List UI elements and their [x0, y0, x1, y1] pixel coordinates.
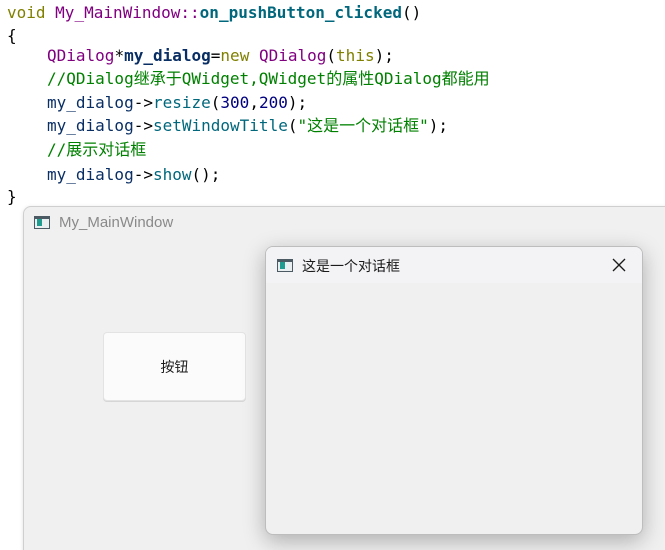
main-window-title: My_MainWindow — [59, 214, 174, 231]
number-width: 300 — [220, 93, 250, 112]
code-line-2: { — [7, 25, 17, 47]
string-title: "这是一个对话框" — [297, 116, 429, 135]
arrow-operator: -> — [133, 165, 153, 184]
comma: , — [249, 93, 259, 112]
function-parens: () — [401, 3, 422, 22]
object-my-dialog: my_dialog — [47, 165, 134, 184]
pointer-star: * — [114, 46, 125, 65]
qt-app-icon — [34, 216, 50, 229]
code-line-5: my_dialog->resize(300,200); — [7, 92, 307, 114]
keyword-new: new — [220, 46, 250, 65]
code-editor[interactable]: void My_MainWindow::on_pushButton_clicke… — [0, 0, 665, 210]
method-show: show — [152, 165, 192, 184]
close-button[interactable] — [602, 251, 636, 279]
class-name: My_MainWindow — [55, 3, 181, 22]
dialog-title: 这是一个对话框 — [302, 259, 400, 275]
type-qdialog: QDialog — [47, 46, 115, 65]
comment-inheritance: //QDialog继承于QWidget,QWidget的属性QDialog都能用 — [47, 69, 490, 88]
number-height: 200 — [258, 93, 288, 112]
object-my-dialog: my_dialog — [47, 116, 134, 135]
method-resize: resize — [152, 93, 211, 112]
code-line-4: //QDialog继承于QWidget,QWidget的属性QDialog都能用 — [7, 68, 490, 90]
code-line-1: void My_MainWindow::on_pushButton_clicke… — [7, 2, 421, 24]
close-paren: (); — [191, 165, 221, 184]
open-paren: ( — [326, 46, 337, 65]
method-set-window-title: setWindowTitle — [152, 116, 288, 135]
comment-show: //展示对话框 — [47, 140, 147, 159]
keyword-this: this — [336, 46, 375, 65]
close-brace: } — [7, 187, 17, 206]
qt-app-icon — [277, 259, 293, 272]
code-line-8: my_dialog->show(); — [7, 164, 220, 186]
type-qdialog-ctor: QDialog — [258, 46, 327, 65]
main-window-titlebar[interactable]: My_MainWindow — [24, 207, 665, 239]
object-my-dialog: my_dialog — [47, 93, 134, 112]
arrow-operator: -> — [133, 116, 153, 135]
dialog-window[interactable]: 这是一个对话框 — [265, 246, 643, 535]
code-line-9: } — [7, 186, 17, 208]
close-paren: ); — [374, 46, 394, 65]
assign-operator: = — [210, 46, 221, 65]
push-button[interactable]: 按钮 — [103, 332, 246, 401]
code-line-3: QDialog*my_dialog=new QDialog(this); — [7, 45, 394, 67]
close-paren: ); — [428, 116, 449, 135]
scope-operator: :: — [180, 3, 200, 22]
close-paren: ); — [287, 93, 308, 112]
keyword-void: void — [7, 3, 46, 22]
function-name: on_pushButton_clicked — [199, 3, 402, 22]
open-brace: { — [7, 26, 17, 45]
dialog-titlebar[interactable]: 这是一个对话框 — [266, 247, 642, 283]
code-line-7: //展示对话框 — [7, 139, 146, 161]
variable-my-dialog: my_dialog — [124, 46, 211, 65]
close-icon — [612, 258, 626, 272]
push-button-label: 按钮 — [160, 359, 189, 376]
arrow-operator: -> — [133, 93, 153, 112]
open-paren: ( — [210, 93, 221, 112]
code-line-6: my_dialog->setWindowTitle("这是一个对话框"); — [7, 115, 448, 137]
